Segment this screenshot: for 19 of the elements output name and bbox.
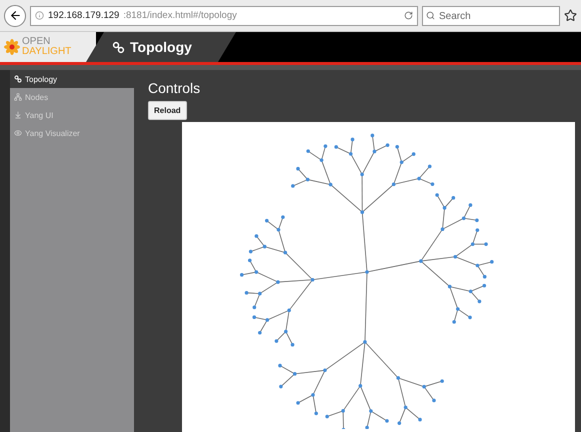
flower-icon — [4, 39, 20, 55]
bookmark-star-icon[interactable] — [564, 9, 577, 22]
linked-circles-icon — [112, 40, 125, 54]
search-icon — [426, 10, 435, 20]
search-field[interactable]: Search — [422, 6, 560, 26]
page-title: Topology — [130, 39, 192, 55]
network-icon — [14, 93, 22, 101]
info-icon[interactable] — [35, 11, 44, 20]
section-heading: Controls — [148, 80, 202, 96]
sidebar-item[interactable]: Topology — [10, 70, 134, 88]
eye-icon — [14, 129, 22, 137]
back-button[interactable] — [4, 4, 26, 26]
back-arrow-icon — [8, 9, 22, 22]
logo-text: OPEN DAYLIGHT — [22, 37, 72, 57]
url-field[interactable]: 192.168.179.129 :8181/index.html#/topology — [30, 6, 418, 26]
reload-button[interactable]: Reload — [148, 101, 187, 120]
reload-icon[interactable] — [404, 11, 413, 20]
linked-circles-icon — [14, 75, 22, 83]
arrow-icon — [14, 111, 22, 119]
